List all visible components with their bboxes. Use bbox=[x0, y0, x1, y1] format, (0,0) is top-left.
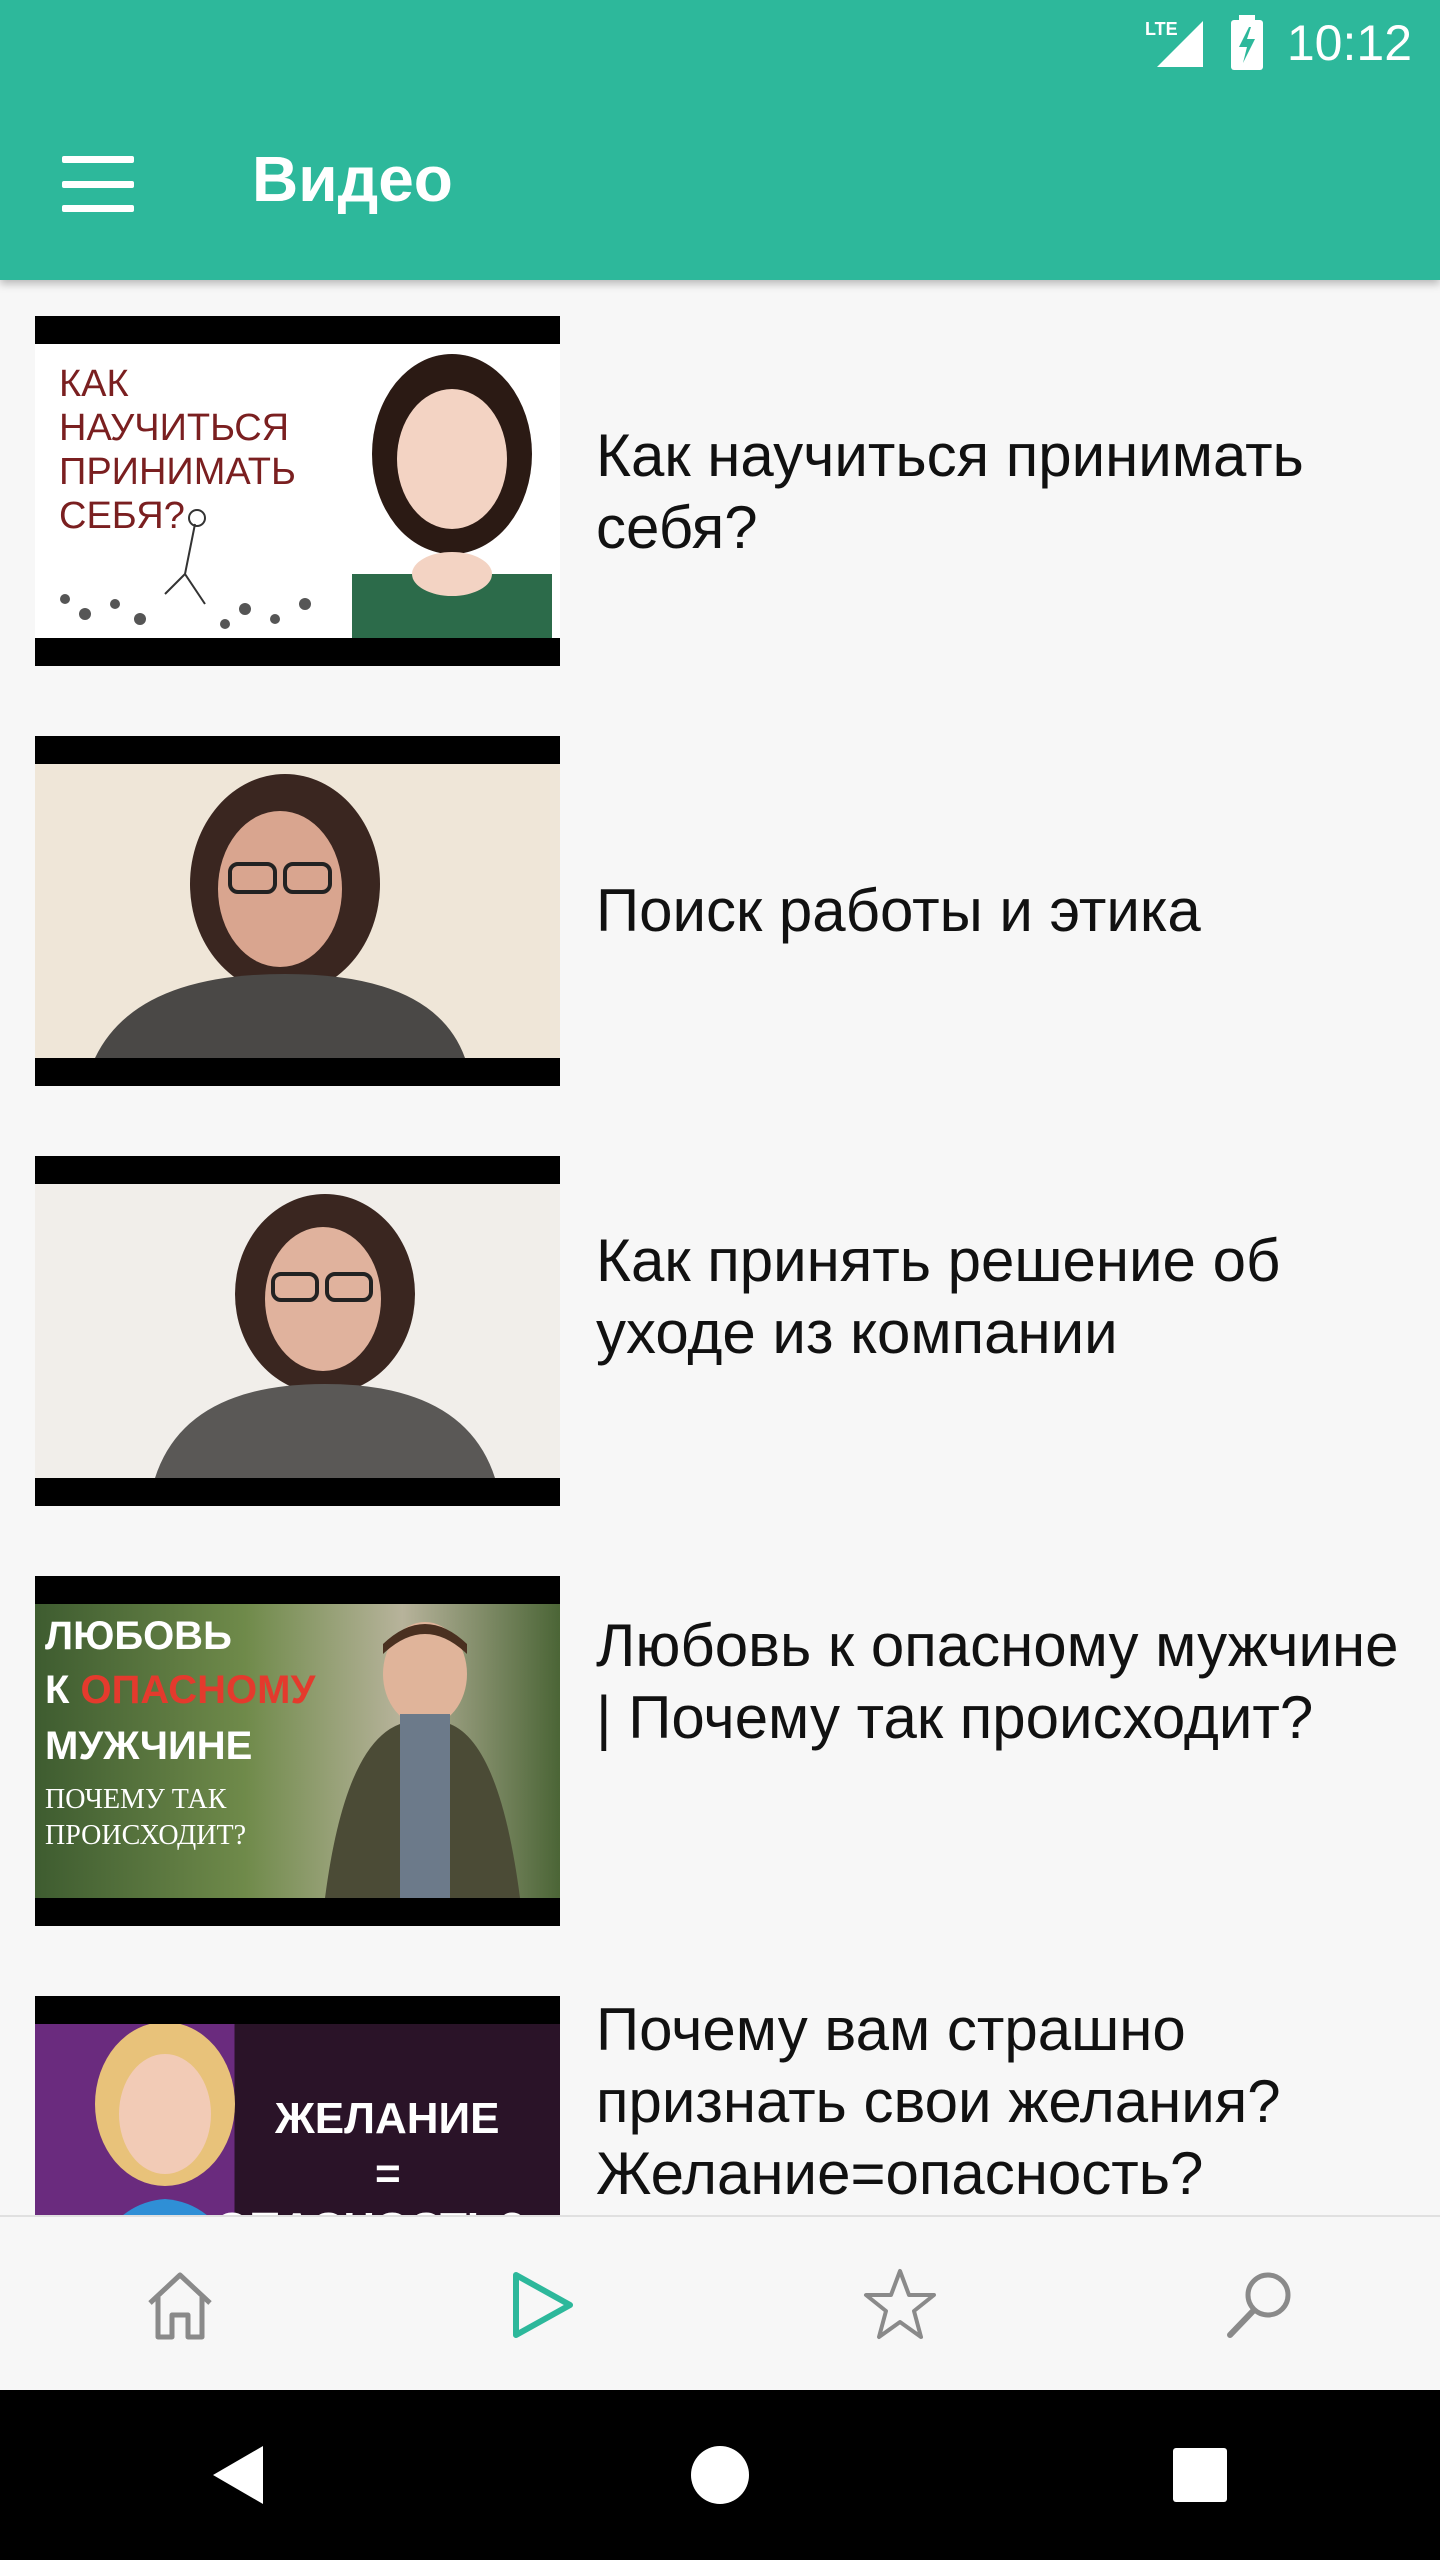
nav-video[interactable] bbox=[480, 2245, 600, 2365]
presenter-portrait bbox=[95, 2024, 235, 2215]
home-button[interactable] bbox=[660, 2415, 780, 2535]
nav-search[interactable] bbox=[1200, 2245, 1320, 2365]
thumbnail-caption: = bbox=[375, 2149, 401, 2198]
battery-charging-icon bbox=[1230, 15, 1263, 70]
video-thumbnail: ЛЮБОВЬ К ОПАСНОМУ МУЖЧИНЕ ПОЧЕМУ ТАК ПРО… bbox=[35, 1576, 560, 1926]
page-title: Видео bbox=[252, 143, 453, 215]
star-icon bbox=[864, 2268, 936, 2339]
hamburger-menu-icon[interactable] bbox=[62, 156, 134, 212]
video-item-4[interactable]: ЛЮБОВЬ К ОПАСНОМУ МУЖЧИНЕ ПОЧЕМУ ТАК ПРО… bbox=[0, 1540, 1440, 1926]
thumbnail-caption: ЛЮБОВЬ bbox=[45, 1614, 232, 1658]
lte-signal-icon: LTE bbox=[1145, 19, 1203, 67]
video-title: Как научиться принимать себя? bbox=[596, 422, 1304, 561]
status-bar: LTE 10:12 bbox=[1143, 10, 1412, 76]
home-icon bbox=[148, 2272, 212, 2339]
recents-square-icon bbox=[1173, 2448, 1227, 2502]
clock: 10:12 bbox=[1286, 15, 1412, 71]
nav-favorites[interactable] bbox=[840, 2245, 960, 2365]
back-triangle-icon bbox=[213, 2446, 263, 2504]
video-item-1[interactable]: КАК НАУЧИТЬСЯ ПРИНИМАТЬ СЕБЯ? Как научит… bbox=[0, 280, 1440, 666]
video-title: Почему вам страшно признать свои желания… bbox=[596, 1996, 1281, 2207]
nav-home[interactable] bbox=[120, 2245, 240, 2365]
presenter-portrait bbox=[155, 1194, 495, 1478]
presenter-portrait bbox=[95, 774, 465, 1058]
presenter-portrait bbox=[325, 1622, 520, 1898]
video-item-2[interactable]: Поиск работы и этика bbox=[0, 700, 1440, 1086]
video-title: Как принять решение об уходе из компании bbox=[596, 1227, 1281, 1366]
video-item-5[interactable]: ЖЕЛАНИЕ = ОПАСНОСТЬ? Почему вам страшно … bbox=[0, 1960, 1440, 2215]
bottom-navigation bbox=[0, 2215, 1440, 2392]
video-title: Любовь к опасному мужчине | Почему так п… bbox=[596, 1612, 1399, 1751]
system-navigation-bar bbox=[0, 2390, 1440, 2560]
thumbnail-caption: МУЖЧИНЕ bbox=[45, 1724, 253, 1768]
thumbnail-caption: К ОПАСНОМУ bbox=[45, 1668, 316, 1712]
video-thumbnail: ЖЕЛАНИЕ = ОПАСНОСТЬ? bbox=[35, 1996, 560, 2215]
play-icon bbox=[513, 2271, 573, 2338]
home-circle-icon bbox=[691, 2446, 749, 2504]
video-thumbnail: КАК НАУЧИТЬСЯ ПРИНИМАТЬ СЕБЯ? bbox=[35, 316, 560, 666]
video-thumbnail bbox=[35, 1156, 560, 1506]
video-item-3[interactable]: Как принять решение об уходе из компании bbox=[0, 1120, 1440, 1506]
back-button[interactable] bbox=[180, 2415, 300, 2535]
video-list: КАК НАУЧИТЬСЯ ПРИНИМАТЬ СЕБЯ? Как научит… bbox=[0, 280, 1440, 2215]
thumbnail-caption: ПОЧЕМУ ТАК ПРОИСХОДИТ? bbox=[45, 1784, 247, 1851]
search-icon bbox=[1227, 2272, 1291, 2338]
recents-button[interactable] bbox=[1140, 2415, 1260, 2535]
thumbnail-caption: ОПАСНОСТЬ? bbox=[215, 2204, 525, 2215]
video-thumbnail bbox=[35, 736, 560, 1086]
svg-text:LTE: LTE bbox=[1145, 19, 1178, 39]
thumbnail-caption: ЖЕЛАНИЕ bbox=[275, 2094, 500, 2143]
thumbnail-illustration bbox=[60, 509, 311, 629]
video-title: Поиск работы и этика bbox=[596, 877, 1201, 944]
presenter-portrait bbox=[352, 354, 552, 638]
app-bar: LTE 10:12 Видео bbox=[0, 0, 1440, 280]
